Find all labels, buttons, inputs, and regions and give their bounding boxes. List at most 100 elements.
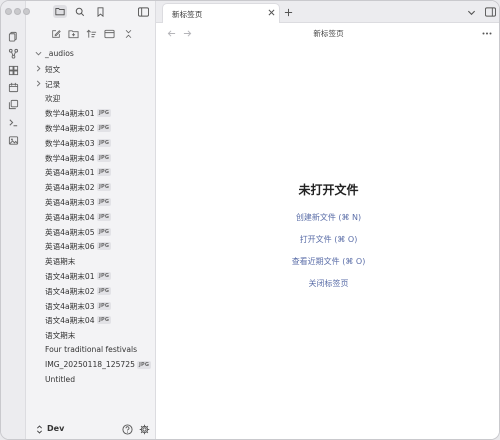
file-type-badge: JPG — [97, 316, 112, 325]
ribbon — [1, 1, 26, 439]
tab-bar: 新标签页 — [156, 1, 499, 23]
tree-file[interactable]: 数学4a期末02 JPG — [26, 121, 154, 135]
file-type-badge: JPG — [97, 212, 112, 221]
search-icon[interactable] — [74, 6, 86, 18]
chevron-down-icon[interactable] — [35, 50, 43, 58]
new-folder-icon[interactable] — [67, 28, 79, 40]
templates-icon[interactable] — [7, 98, 20, 111]
view-header: 新标签页 — [156, 23, 499, 43]
open-file-link[interactable]: 打开文件 (⌘ O) — [156, 234, 499, 245]
tree-item-label: 英语期末 — [45, 257, 76, 267]
tree-file[interactable]: 数学4a期末04 JPG — [26, 151, 154, 165]
tree-file[interactable]: IMG_20250118_125725 JPG — [26, 358, 154, 372]
tree-file[interactable]: 英语4a期末01 JPG — [26, 165, 154, 179]
tree-file[interactable]: 英语4a期末05 JPG — [26, 225, 154, 239]
tree-item-label: 短文 — [45, 64, 61, 74]
tree-file[interactable]: 语文期末 — [26, 328, 154, 342]
window-zoom-dot[interactable] — [23, 8, 30, 15]
sidebar-header — [23, 1, 156, 23]
tree-file[interactable]: 英语4a期末04 JPG — [26, 210, 154, 224]
tree-item-label: 数学4a期末02 — [45, 124, 95, 133]
tab-new-tab[interactable]: 新标签页 — [162, 3, 280, 23]
file-type-badge: JPG — [97, 227, 112, 236]
tree-item-label: 语文4a期末01 — [45, 272, 95, 281]
terminal-icon[interactable] — [7, 116, 20, 129]
image-icon[interactable] — [7, 134, 20, 147]
tree-folder[interactable]: _audios — [26, 47, 154, 61]
window-close-dot[interactable] — [5, 8, 12, 15]
tree-item-label: 英语4a期末04 — [45, 212, 95, 222]
recent-files-link[interactable]: 查看近期文件 (⌘ O) — [156, 256, 499, 267]
close-icon[interactable] — [267, 8, 276, 17]
chevron-right-icon[interactable] — [35, 65, 43, 73]
tree-item-label: 英语4a期末03 — [45, 198, 95, 207]
file-type-badge: JPG — [97, 198, 112, 206]
file-type-badge: JPG — [137, 360, 152, 369]
chevron-down-icon[interactable] — [465, 6, 477, 18]
file-type-badge: JPG — [97, 286, 112, 295]
more-options-icon[interactable] — [481, 27, 493, 39]
tree-folder[interactable]: 短文 — [26, 62, 154, 76]
file-type-badge: JPG — [97, 301, 112, 310]
tab-label: 新标签页 — [172, 10, 203, 19]
tree-folder[interactable]: 记录 — [26, 77, 154, 91]
tree-item-label: 数学4a期末04 — [45, 153, 95, 163]
tree-file[interactable]: 英语4a期末02 JPG — [26, 180, 154, 194]
tree-file[interactable]: 欢迎 — [26, 91, 154, 105]
tree-item-label: 英语4a期末01 — [45, 168, 95, 178]
file-explorer-sidebar: _audios 短文 记录 欢迎 数学4a期末01 JPG 数学4a期末02 JPG 数学4a期… — [23, 1, 156, 439]
tree-item-label: 语文4a期末02 — [45, 286, 95, 296]
help-icon[interactable] — [121, 423, 133, 435]
tree-item-label: 语文4a期末03 — [45, 301, 95, 311]
vault-switcher: Dev — [26, 419, 156, 439]
plus-icon[interactable] — [282, 6, 294, 18]
view-title: 新标签页 — [313, 29, 344, 38]
files-icon[interactable] — [53, 5, 67, 18]
chevron-updown-icon[interactable] — [35, 424, 43, 434]
tree-file[interactable]: 语文4a期末02 JPG — [26, 284, 154, 298]
tree-file[interactable]: Four traditional festivals — [26, 343, 154, 357]
main-workspace: 新标签页 新标签页 未打开文件 创建新文件 (⌘ N) 打开文件 (⌘ O) 查… — [156, 1, 499, 439]
explorer-toolbar — [26, 25, 156, 43]
settings-icon[interactable] — [138, 423, 150, 435]
bookmark-icon[interactable] — [94, 6, 106, 18]
tree-file[interactable]: 数学4a期末01 JPG — [26, 106, 154, 120]
sort-icon[interactable] — [85, 28, 97, 40]
collapse-icon[interactable] — [122, 28, 134, 40]
tree-file[interactable]: Untitled — [26, 373, 154, 387]
tree-file[interactable]: 语文4a期末04 JPG — [26, 313, 154, 327]
tree-item-label: 数学4a期末03 — [45, 138, 95, 148]
file-type-badge: JPG — [97, 124, 112, 132]
close-tab-link[interactable]: 关闭标签页 — [156, 278, 499, 289]
tree-file[interactable]: 数学4a期末03 JPG — [26, 136, 154, 150]
tree-file[interactable]: 英语4a期末03 JPG — [26, 195, 154, 209]
tree-item-label: 英语4a期末05 — [45, 227, 95, 237]
file-type-badge: JPG — [97, 242, 112, 251]
tree-file[interactable]: 英语4a期末06 JPG — [26, 239, 154, 253]
tree-item-label: 语文4a期末04 — [45, 316, 95, 326]
window-minimize-dot[interactable] — [14, 8, 21, 15]
tree-file[interactable]: 语文4a期末03 JPG — [26, 299, 154, 313]
sidebar-toggle-icon[interactable] — [137, 6, 149, 18]
right-sidebar-toggle-icon[interactable] — [484, 6, 496, 18]
tree-file[interactable]: 语文4a期末01 JPG — [26, 269, 154, 283]
empty-state-title: 未打开文件 — [298, 183, 359, 197]
file-type-badge: JPG — [97, 168, 112, 177]
calendar-icon[interactable] — [7, 81, 20, 94]
tree-item-label: 英语4a期末02 — [45, 183, 95, 193]
open-quick-switcher-icon[interactable] — [7, 30, 20, 43]
tree-item-label: 欢迎 — [45, 94, 61, 104]
expand-all-icon[interactable] — [103, 28, 115, 40]
tree-file[interactable]: 英语期末 — [26, 254, 154, 268]
canvas-icon[interactable] — [7, 64, 20, 77]
tree-item-label: Four traditional festivals — [45, 345, 138, 354]
tree-item-label: 记录 — [45, 79, 61, 89]
file-type-badge: JPG — [97, 153, 112, 162]
file-type-badge: JPG — [97, 109, 112, 118]
create-new-file-link[interactable]: 创建新文件 (⌘ N) — [156, 212, 499, 223]
graph-icon[interactable] — [7, 47, 20, 60]
vault-name[interactable]: Dev — [47, 424, 64, 433]
new-note-icon[interactable] — [50, 28, 62, 40]
empty-state: 未打开文件 创建新文件 (⌘ N) 打开文件 (⌘ O) 查看近期文件 (⌘ O… — [156, 181, 499, 289]
chevron-right-icon[interactable] — [35, 80, 43, 88]
